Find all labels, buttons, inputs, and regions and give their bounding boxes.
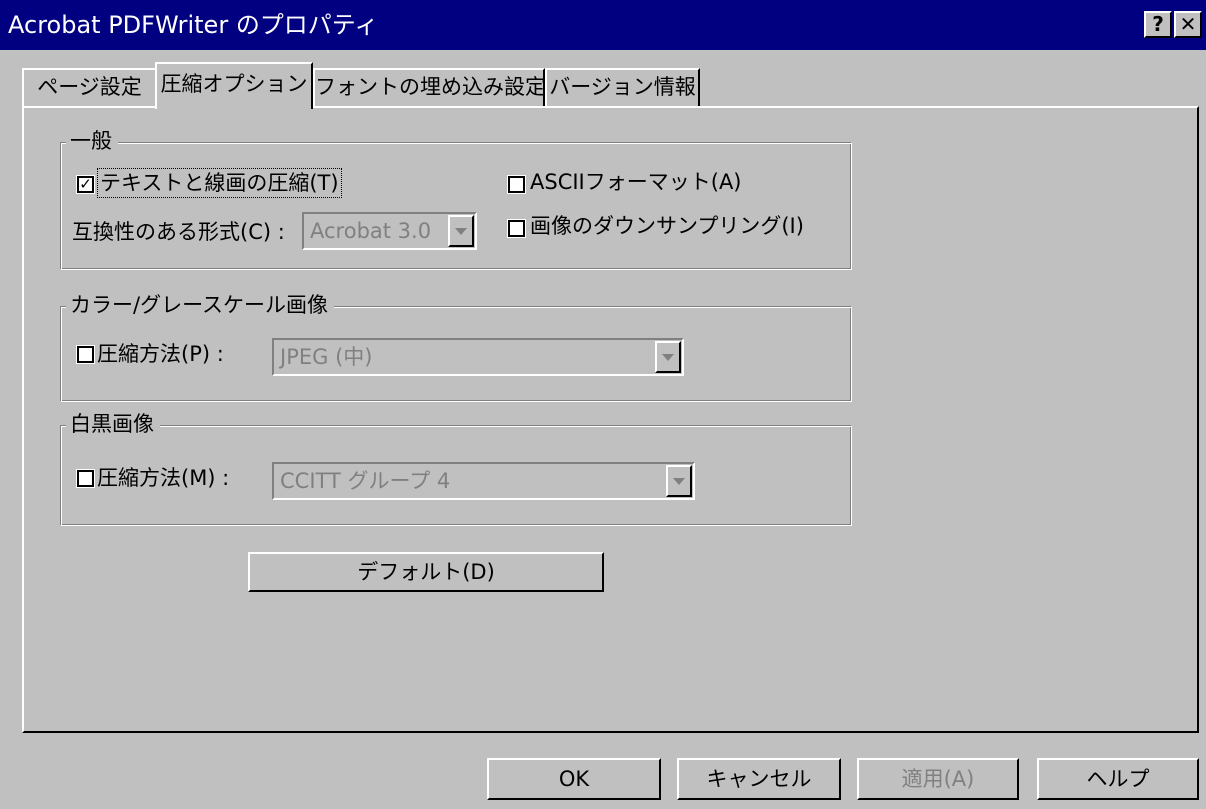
mono-legend: 白黒画像: [66, 411, 160, 437]
tab-label: フォントの埋め込み設定: [315, 75, 546, 99]
title-bar: Acrobat PDFWriter のプロパティ ? ✕: [0, 0, 1206, 50]
compat-format-label: 互換性のある形式(C) :: [72, 220, 285, 244]
ascii-format-label[interactable]: ASCIIフォーマット(A): [530, 168, 742, 196]
color-legend: カラー/グレースケール画像: [66, 292, 335, 318]
combo-dropdown-button[interactable]: [655, 341, 681, 373]
default-button[interactable]: デフォルト(D): [248, 552, 604, 592]
tab-compression[interactable]: 圧縮オプション: [155, 62, 313, 109]
tab-label: 圧縮オプション: [160, 72, 308, 96]
ascii-format-checkbox[interactable]: [508, 176, 525, 193]
compress-text-checkbox[interactable]: ✓: [77, 176, 94, 193]
mono-method-combo[interactable]: CCITT グループ 4: [272, 462, 695, 500]
compat-format-value: Acrobat 3.0: [310, 219, 432, 243]
apply-button[interactable]: 適用(A): [857, 758, 1019, 800]
tab-label: ページ設定: [37, 75, 142, 99]
color-compress-checkbox[interactable]: [77, 346, 94, 363]
combo-dropdown-button[interactable]: [448, 215, 474, 247]
tab-label: バージョン情報: [549, 75, 696, 99]
mono-method-value: CCITT グループ 4: [280, 469, 451, 493]
close-icon[interactable]: ✕: [1174, 11, 1202, 38]
compress-text-label[interactable]: テキストと線画の圧縮(T): [97, 168, 342, 198]
combo-dropdown-button[interactable]: [666, 465, 692, 497]
help-button[interactable]: ヘルプ: [1037, 758, 1199, 800]
check-icon: ✓: [79, 175, 92, 193]
help-icon[interactable]: ?: [1144, 11, 1172, 38]
mono-compress-label[interactable]: 圧縮方法(M) :: [97, 464, 229, 492]
tab-version[interactable]: バージョン情報: [545, 68, 700, 106]
chevron-down-icon: [673, 478, 685, 485]
color-method-value: JPEG (中): [280, 345, 373, 369]
downsample-label[interactable]: 画像のダウンサンプリング(I): [530, 212, 804, 240]
mono-compress-checkbox[interactable]: [77, 470, 94, 487]
general-legend: 一般: [66, 128, 118, 154]
tab-page-setup[interactable]: ページ設定: [22, 68, 157, 106]
general-group: [60, 142, 852, 270]
ok-button[interactable]: OK: [487, 758, 661, 800]
chevron-down-icon: [662, 354, 674, 361]
chevron-down-icon: [455, 228, 467, 235]
cancel-button[interactable]: キャンセル: [677, 758, 841, 800]
downsample-checkbox[interactable]: [508, 220, 525, 237]
color-compress-label[interactable]: 圧縮方法(P) :: [97, 340, 224, 368]
tab-font-embedding[interactable]: フォントの埋め込み設定: [313, 68, 546, 106]
color-method-combo[interactable]: JPEG (中): [272, 338, 684, 376]
compat-format-combo[interactable]: Acrobat 3.0: [302, 212, 477, 250]
window-title: Acrobat PDFWriter のプロパティ: [8, 11, 379, 39]
